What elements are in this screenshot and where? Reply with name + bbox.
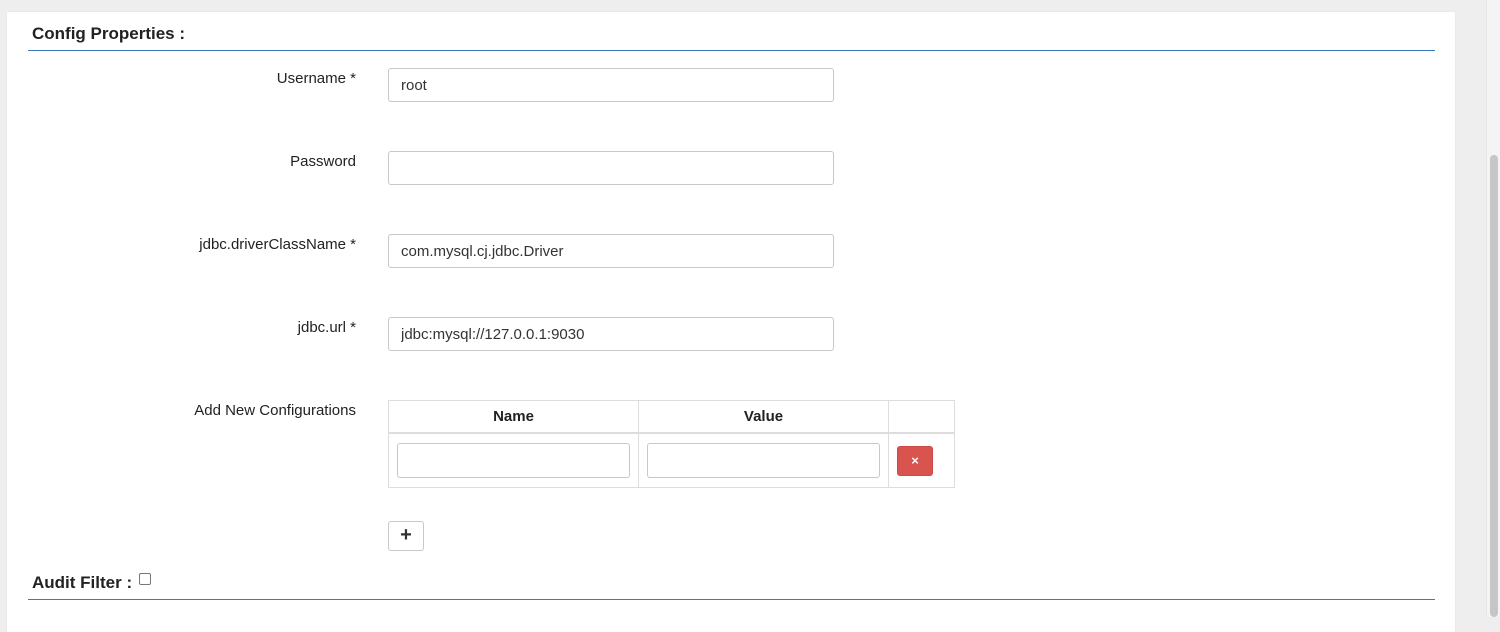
password-input[interactable] <box>388 151 834 185</box>
password-label: Password <box>290 153 356 170</box>
driver-class-input[interactable] <box>388 234 834 268</box>
table-row: × <box>388 432 955 488</box>
scrollbar-thumb[interactable] <box>1490 155 1498 617</box>
configurations-table: Name Value × <box>388 400 955 488</box>
name-column-header: Name <box>388 400 639 434</box>
close-icon: × <box>911 452 919 468</box>
page-scrollbar[interactable] <box>1486 0 1500 617</box>
action-column-header <box>888 400 955 434</box>
audit-filter-title-row: Audit Filter : <box>32 573 151 593</box>
audit-filter-checkbox[interactable] <box>138 573 151 585</box>
action-cell: × <box>888 432 955 488</box>
plus-icon: + <box>400 524 412 546</box>
config-properties-divider <box>28 50 1435 51</box>
config-value-input[interactable] <box>647 443 880 478</box>
remove-config-button[interactable]: × <box>897 445 933 476</box>
config-properties-title: Config Properties : <box>32 24 186 43</box>
audit-filter-divider <box>28 599 1435 600</box>
table-header-row: Name Value <box>388 400 955 434</box>
name-cell <box>388 432 639 488</box>
add-config-button[interactable]: + <box>388 521 424 551</box>
jdbc-url-label: jdbc.url * <box>297 319 356 336</box>
new-configurations-label: Add New Configurations <box>194 402 356 419</box>
username-label: Username * <box>276 70 356 87</box>
username-input[interactable] <box>388 68 834 102</box>
value-column-header: Value <box>638 400 889 434</box>
config-panel: Config Properties : Username * Password … <box>7 12 1455 632</box>
config-name-input[interactable] <box>397 443 630 478</box>
jdbc-url-input[interactable] <box>388 317 834 351</box>
value-cell <box>638 432 889 488</box>
audit-filter-title: Audit Filter : <box>32 573 133 592</box>
driver-class-label: jdbc.driverClassName * <box>199 236 356 253</box>
